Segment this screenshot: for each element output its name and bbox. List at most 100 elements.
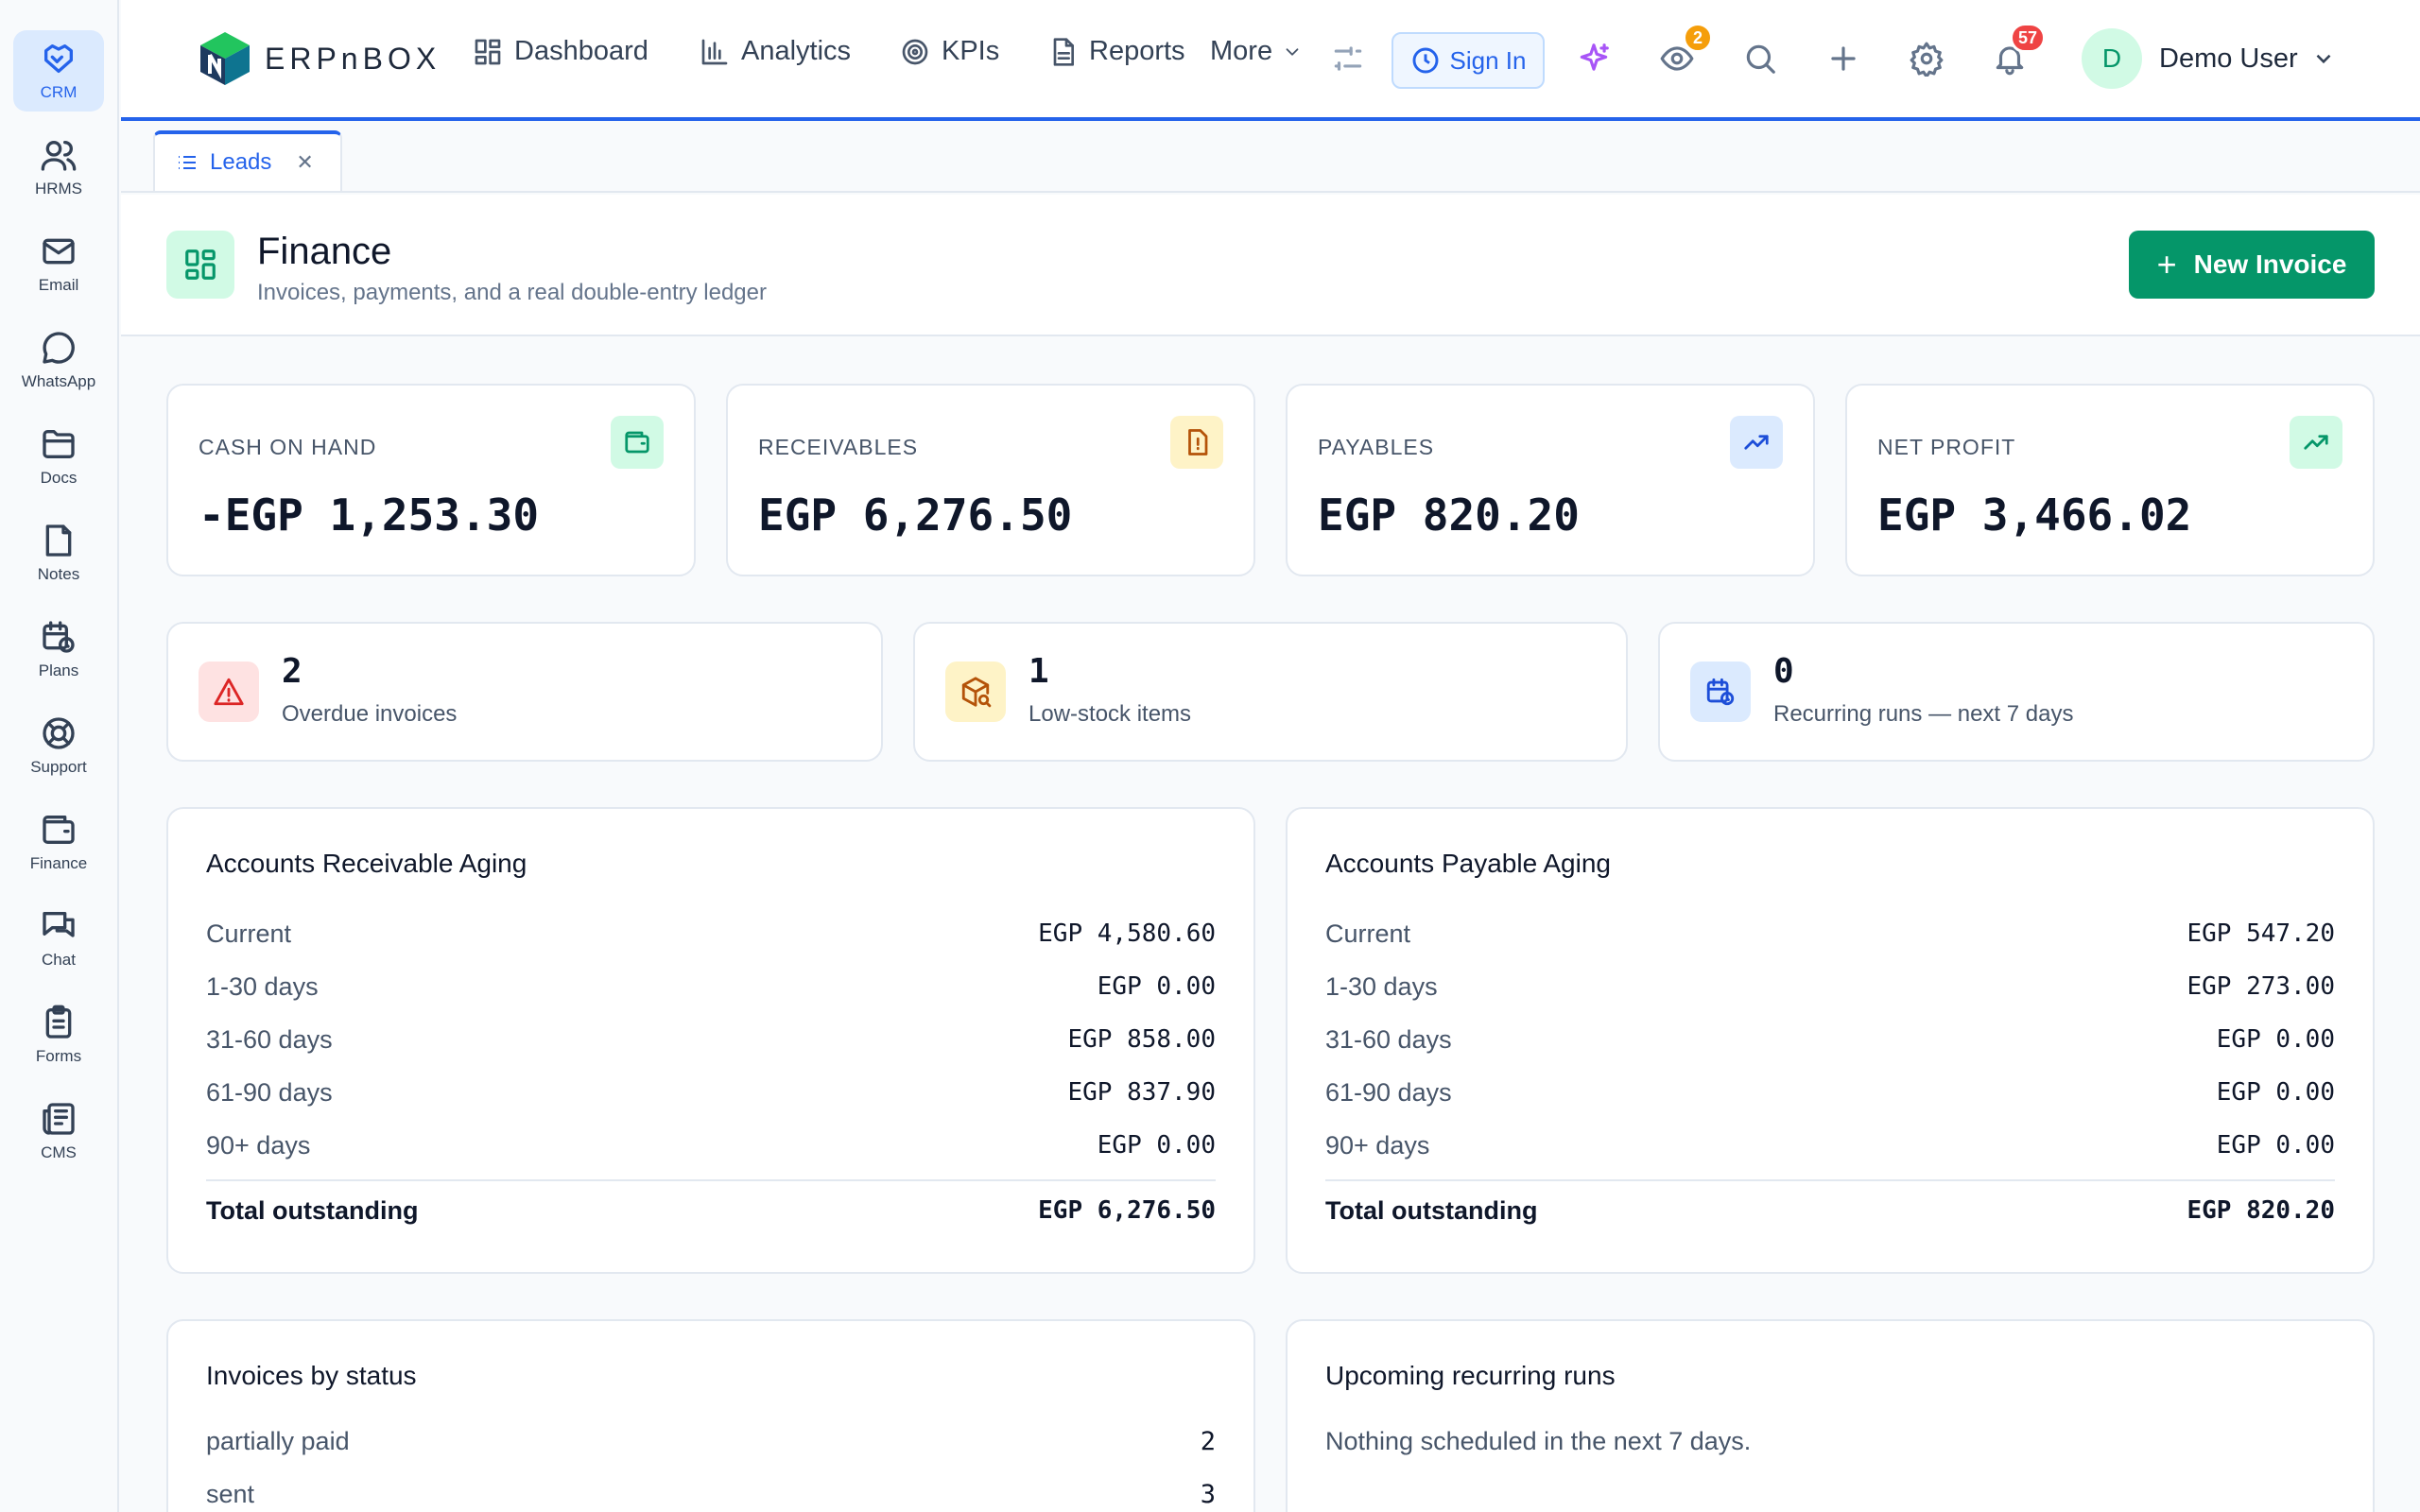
empty-state-label: Nothing scheduled in the next 7 days. (1325, 1427, 1752, 1455)
sidebar-item-forms[interactable]: Forms (13, 994, 104, 1075)
tab-leads[interactable]: Leads ✕ (153, 130, 342, 191)
calendar-clock-icon (1690, 662, 1751, 722)
aging-value: EGP 0.00 (2216, 1025, 2335, 1054)
aging-value: EGP 273.00 (2187, 972, 2335, 1001)
notifications-button[interactable]: 57 (1989, 23, 2046, 79)
dashboard-grid-icon (166, 231, 234, 299)
stat-card-low-stock[interactable]: 1 Low-stock items (913, 622, 1628, 762)
page-subtitle: Invoices, payments, and a real double-en… (257, 280, 767, 305)
lifebuoy-icon (43, 717, 75, 749)
kpi-value: -EGP 1,253.30 (199, 490, 540, 541)
newspaper-icon (43, 1103, 75, 1135)
plus-icon (1831, 46, 1856, 71)
sidebar-item-docs[interactable]: Docs (13, 416, 104, 497)
sidebar-item-label: Email (38, 276, 79, 294)
sidebar-item-email[interactable]: Email (13, 223, 104, 304)
messages-icon (43, 912, 75, 937)
filter-sliders-icon[interactable] (1327, 38, 1369, 79)
sidebar-item-label: CRM (40, 83, 78, 101)
aging-value: EGP 0.00 (1097, 972, 1216, 1001)
folder-icon (43, 430, 75, 458)
aging-total-value: EGP 6,276.50 (1038, 1196, 1216, 1225)
wallet-icon (611, 416, 664, 469)
kpi-label: RECEIVABLES (758, 435, 919, 459)
aging-label: 90+ days (206, 1130, 311, 1160)
sign-in-button[interactable]: Sign In (1392, 32, 1545, 89)
sidebar-item-crm[interactable]: CRM (13, 30, 104, 112)
nav-label: Dashboard (514, 36, 648, 66)
status-label: partially paid (206, 1427, 350, 1455)
tab-strip: Leads ✕ (121, 125, 2420, 193)
calendar-clock-icon (43, 621, 75, 653)
user-menu[interactable]: D Demo User (2082, 28, 2336, 89)
watch-button[interactable]: 2 (1656, 23, 1713, 79)
search-button[interactable] (1739, 38, 1781, 79)
sidebar-item-label: Forms (35, 1047, 82, 1065)
nav-reports[interactable]: Reports (1047, 36, 1185, 67)
aging-label: Current (1325, 919, 1411, 948)
stat-label: Low-stock items (1028, 701, 1192, 727)
stat-card-recurring[interactable]: 0 Recurring runs — next 7 days (1658, 622, 2375, 762)
nav-dashboard[interactable]: Dashboard (473, 36, 648, 67)
panel-title: Upcoming recurring runs (1325, 1361, 1616, 1390)
sidebar-item-label: CMS (41, 1143, 77, 1161)
close-icon[interactable]: ✕ (296, 150, 313, 175)
nav-label: More (1210, 36, 1273, 66)
status-row[interactable]: partially paid 2 (206, 1427, 1216, 1456)
aging-row: 61-90 days EGP 0.00 (1325, 1074, 2335, 1111)
sidebar-item-chat[interactable]: Chat (13, 898, 104, 979)
sidebar-item-finance[interactable]: Finance (13, 801, 104, 883)
sidebar-item-plans[interactable]: Plans (13, 609, 104, 690)
aging-label: 61-90 days (1325, 1077, 1452, 1107)
aging-total-value: EGP 820.20 (2187, 1196, 2335, 1225)
aging-value: EGP 0.00 (2216, 1131, 2335, 1160)
aging-label: 31-60 days (1325, 1024, 1452, 1054)
sidebar-item-whatsapp[interactable]: WhatsApp (13, 319, 104, 401)
aging-row: 90+ days EGP 0.00 (206, 1126, 1216, 1164)
sidebar-item-cms[interactable]: CMS (13, 1091, 104, 1172)
nav-more[interactable]: More (1210, 36, 1303, 67)
ai-sparkle-button[interactable] (1573, 38, 1615, 79)
status-count: 3 (1200, 1480, 1216, 1509)
sidebar-item-hrms[interactable]: HRMS (13, 127, 104, 208)
stat-value: 0 (1773, 652, 1794, 691)
page-header: Finance Invoices, payments, and a real d… (121, 195, 2420, 336)
status-row[interactable]: sent 3 (206, 1480, 1216, 1509)
chevron-down-icon (2316, 54, 2331, 64)
aging-total-row: Total outstanding EGP 6,276.50 (206, 1179, 1216, 1240)
sidebar-item-notes[interactable]: Notes (13, 512, 104, 593)
ar-aging-panel: Accounts Receivable Aging Current EGP 4,5… (166, 807, 1255, 1274)
status-count: 2 (1200, 1427, 1216, 1456)
stat-card-overdue[interactable]: 2 Overdue invoices (166, 622, 883, 762)
aging-row: 61-90 days EGP 837.90 (206, 1074, 1216, 1111)
warning-icon (199, 662, 259, 722)
aging-value: EGP 0.00 (2216, 1078, 2335, 1107)
new-invoice-label: New Invoice (2193, 249, 2347, 279)
panel-title: Accounts Receivable Aging (206, 849, 527, 878)
app-logo[interactable]: ERPnBOX (195, 28, 441, 89)
aging-value: EGP 837.90 (1067, 1078, 1216, 1107)
sparkles-icon (1580, 43, 1609, 71)
status-label: sent (206, 1480, 255, 1508)
aging-total-label: Total outstanding (206, 1195, 419, 1225)
settings-button[interactable] (1906, 38, 1947, 79)
nav-label: KPIs (942, 36, 1000, 66)
nav-kpis[interactable]: KPIs (900, 36, 999, 67)
watch-badge: 2 (1683, 23, 1713, 53)
aging-row: 1-30 days EGP 0.00 (206, 968, 1216, 1005)
package-search-icon (945, 662, 1006, 722)
app-sidebar: CRM HRMS Email WhatsApp Docs Notes Plans… (0, 0, 119, 1512)
list-icon (179, 156, 196, 169)
document-icon (1053, 37, 1074, 66)
sidebar-item-support[interactable]: Support (13, 705, 104, 786)
aging-value: EGP 0.00 (1097, 1131, 1216, 1160)
add-button[interactable] (1823, 38, 1864, 79)
trending-up-icon (1730, 416, 1783, 469)
file-alert-icon (1170, 416, 1223, 469)
sidebar-item-label: Docs (40, 469, 78, 487)
new-invoice-button[interactable]: + New Invoice (2129, 231, 2375, 299)
nav-analytics[interactable]: Analytics (700, 36, 851, 67)
users-icon (41, 141, 77, 171)
panel-title: Accounts Payable Aging (1325, 849, 1611, 878)
aging-label: 31-60 days (206, 1024, 333, 1054)
